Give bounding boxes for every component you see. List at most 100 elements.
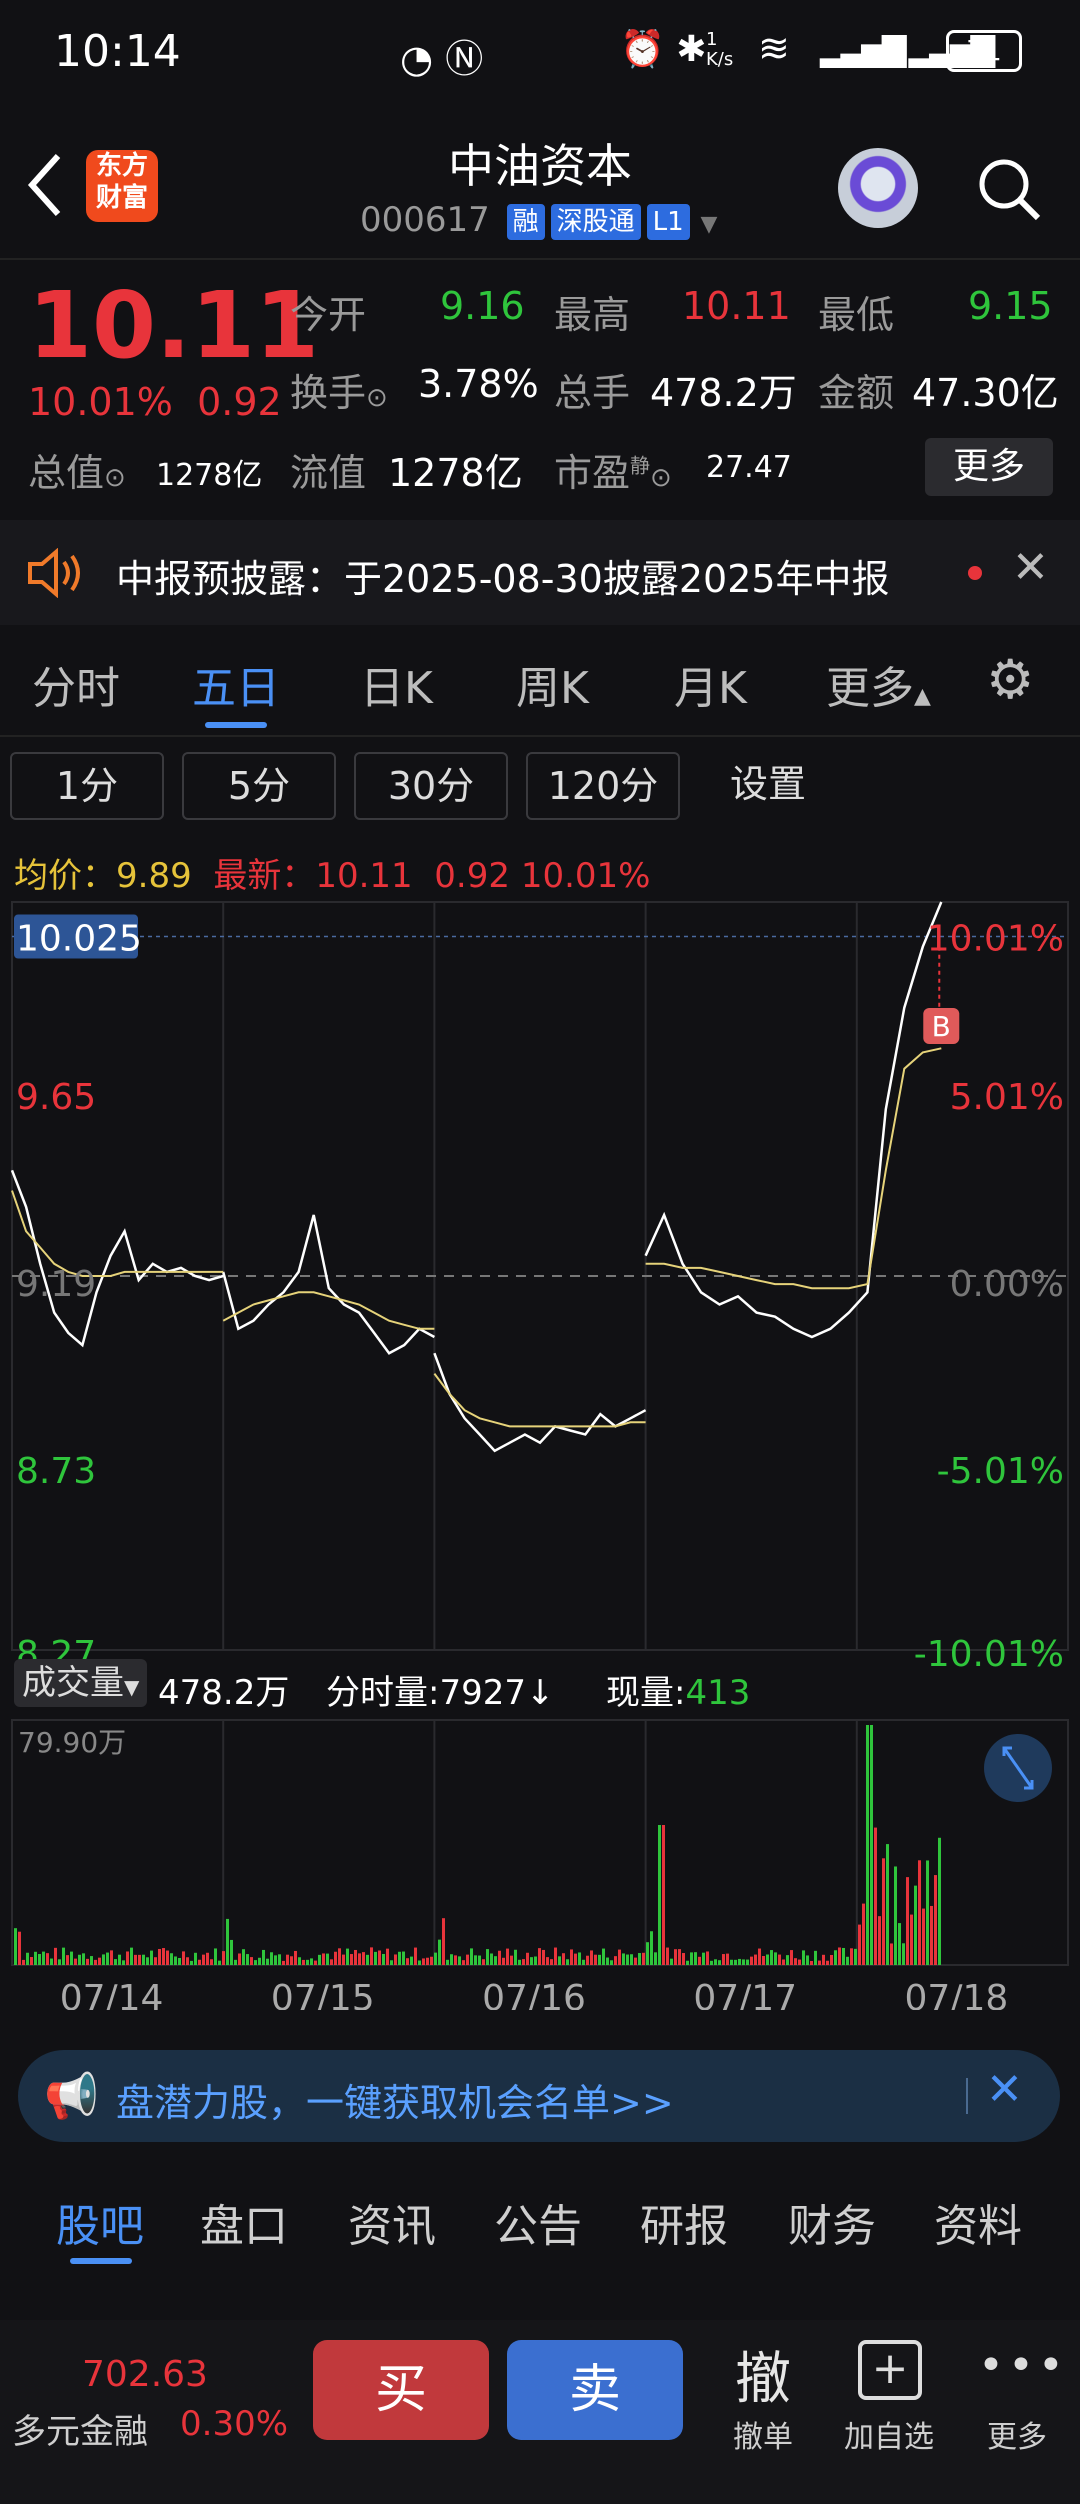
volume-bar [414, 1947, 417, 1965]
tab-announcements[interactable]: 公告 [494, 2190, 582, 2254]
volume-bar [910, 1914, 913, 1965]
volume-bar [494, 1956, 497, 1965]
volume-bar [14, 1928, 17, 1965]
volume-bar [330, 1959, 333, 1965]
tab-finance[interactable]: 财务 [788, 2190, 876, 2254]
alarm-icon: ⏰ ✱ [620, 29, 707, 70]
volume-bar [710, 1960, 713, 1965]
tab-forum[interactable]: 股吧 [56, 2190, 144, 2254]
volume-bar [590, 1950, 593, 1965]
index-value[interactable]: 702.63 [82, 2354, 208, 2395]
tab-orderbook[interactable]: 盘口 [200, 2190, 288, 2254]
volume-bar [122, 1960, 125, 1965]
trade-bar: 702.63 多元金融 0.30% 买 卖 撤 撤单 + 加自选 ••• 更多 [0, 2320, 1080, 2504]
price-line [221, 1214, 435, 1355]
notice-banner[interactable]: 中报预披露：于2025-08-30披露2025年中报 ✕ [0, 520, 1080, 625]
price-axis-label: 9.65 [16, 1077, 96, 1118]
tab-profile[interactable]: 资料 [934, 2190, 1022, 2254]
more-label[interactable]: 更多 [962, 2412, 1072, 2456]
app-logo[interactable]: 东方 财富 [86, 150, 158, 222]
volume-bar [182, 1951, 185, 1965]
low-value: 9.15 [968, 284, 1053, 328]
close-icon[interactable]: ✕ [986, 2064, 1023, 2115]
interval-30min[interactable]: 30分 [354, 752, 508, 820]
turnover-value: 3.78% [418, 362, 539, 406]
gear-icon[interactable]: ⚙ [986, 648, 1034, 711]
volume-bar [366, 1954, 369, 1965]
chart-tabs: 分时 五日 日K 周K 月K 更多▲ ⚙ [0, 630, 1080, 735]
volume-bar [258, 1957, 261, 1965]
volume-bar [250, 1957, 253, 1965]
wifi-icon: ≋ [758, 26, 790, 70]
cancel-order-icon[interactable]: 撤 [708, 2334, 818, 2415]
volume-bar [842, 1947, 845, 1965]
volume-bar [646, 1942, 649, 1965]
volume-bar [558, 1956, 561, 1965]
mcap-value: 1278亿 [156, 458, 263, 493]
float-label: 流值 [290, 451, 367, 495]
five-day-chart[interactable]: 10.025 10.01% 9.65 5.01% 9.19 0.00% 8.73 -5.01%… [0, 900, 1080, 2010]
volume-bar [314, 1960, 317, 1965]
back-icon[interactable] [24, 150, 64, 220]
volume-bar [102, 1954, 105, 1965]
promo-divider [966, 2078, 968, 2114]
tab-research[interactable]: 研报 [640, 2190, 728, 2254]
volume-bar [502, 1957, 505, 1965]
robot-assistant-icon[interactable] [838, 148, 918, 228]
triangle-up-icon: ▲ [914, 684, 931, 709]
stock-code-row[interactable]: 000617 融深股通 L1 ▼ [360, 200, 717, 240]
volume-bar [410, 1956, 413, 1965]
pct-axis-label: -5.01% [937, 1451, 1064, 1492]
chevron-down-icon: ▼ [700, 212, 718, 237]
volume-bar [934, 1875, 937, 1965]
chevron-down-icon: ▼ [124, 1675, 140, 1699]
volume-bar [662, 1825, 665, 1965]
volume-bar [350, 1954, 353, 1965]
volume-bar [506, 1948, 509, 1965]
volume-bar [50, 1958, 53, 1965]
tab-monthly-k[interactable]: 月K [674, 652, 747, 716]
tab-news[interactable]: 资讯 [348, 2190, 436, 2254]
volume-bar [818, 1960, 821, 1965]
interval-settings[interactable]: 设置 [730, 752, 806, 816]
volume-bar [282, 1960, 285, 1965]
volume-selector[interactable]: 成交量▼ [14, 1659, 148, 1707]
tab-five-day[interactable]: 五日 [192, 652, 280, 716]
stock-name: 中油资本 [448, 139, 632, 193]
volume-bar [706, 1951, 709, 1965]
close-icon[interactable]: ✕ [1012, 542, 1049, 593]
promo-banner[interactable]: 📢 盘潜力股，一键获取机会名单>> ✕ [18, 2050, 1060, 2142]
volume-bar [114, 1959, 117, 1965]
buy-button[interactable]: 买 [313, 2340, 489, 2440]
volume-bar [90, 1956, 93, 1965]
cancel-order-label[interactable]: 撤单 [708, 2412, 818, 2456]
price-axis-label: 10.025 [16, 919, 142, 960]
tab-daily-k[interactable]: 日K [360, 652, 433, 716]
volume-bar [498, 1950, 501, 1965]
interval-120min[interactable]: 120分 [526, 752, 680, 820]
quote-more-button[interactable]: 更多 [925, 438, 1053, 496]
volume-bar [274, 1955, 277, 1965]
add-watchlist-label[interactable]: 加自选 [834, 2412, 944, 2456]
more-dots-icon[interactable]: ••• [978, 2340, 1068, 2391]
add-watchlist-icon[interactable]: + [858, 2340, 922, 2400]
sell-button[interactable]: 卖 [507, 2340, 683, 2440]
interval-5min[interactable]: 5分 [182, 752, 336, 820]
tab-weekly-k[interactable]: 周K [516, 652, 589, 716]
volume-bar [270, 1952, 273, 1965]
tag-level: L1 [646, 203, 690, 240]
index-name[interactable]: 多元金融 [12, 2404, 148, 2453]
divider [0, 735, 1080, 737]
date-label: 07/14 [60, 1978, 164, 2010]
tab-more[interactable]: 更多▲ [826, 652, 931, 716]
tab-intraday[interactable]: 分时 [32, 652, 120, 716]
volume-bar [618, 1949, 621, 1965]
volume-bar [138, 1954, 141, 1965]
volume-bar [566, 1959, 569, 1965]
volume-bar [778, 1954, 781, 1965]
volume-bar [46, 1953, 49, 1965]
search-icon[interactable] [976, 156, 1042, 222]
price-line [644, 901, 943, 1339]
current-volume: 现量:413 [606, 1673, 751, 1713]
interval-1min[interactable]: 1分 [10, 752, 164, 820]
